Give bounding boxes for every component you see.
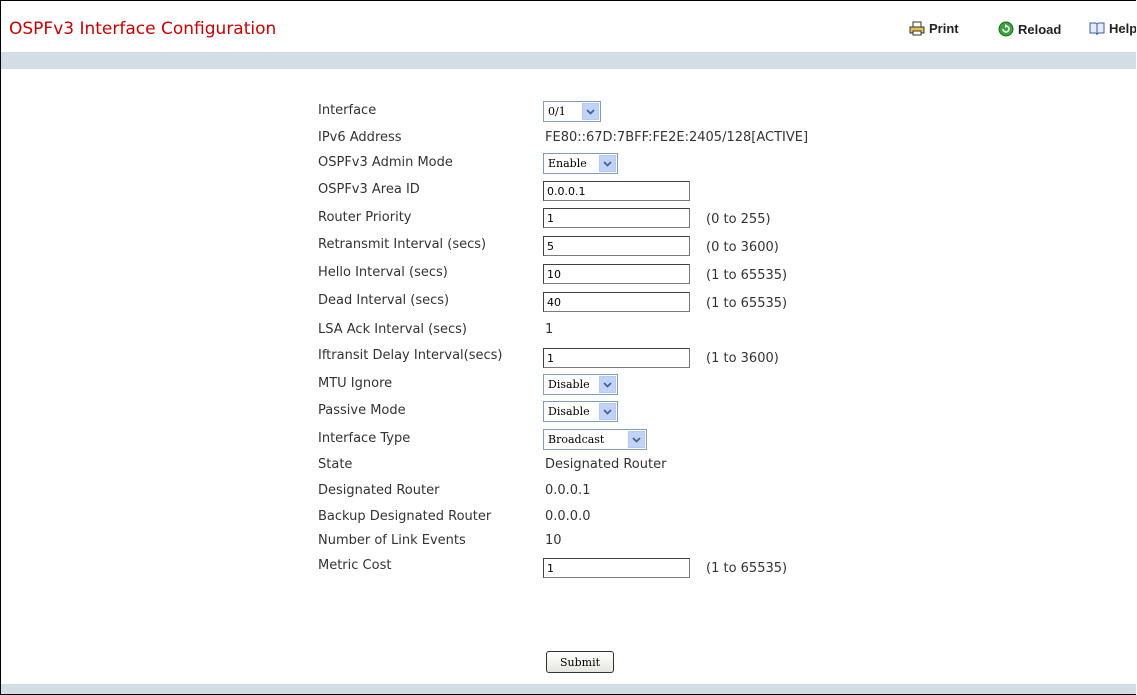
mtu-ignore-select[interactable]: Disable (543, 374, 618, 395)
mtu-ignore-label: MTU Ignore (318, 376, 393, 391)
hello-interval-label: Hello Interval (secs) (318, 265, 448, 280)
hello-interval-range: (1 to 65535) (706, 268, 788, 283)
ipv6-address-value: FE80::67D:7BFF:FE2E:2405/128[ACTIVE] (545, 130, 809, 145)
lsa-ack-interval-value: 1 (545, 322, 554, 337)
book-icon (1089, 22, 1105, 36)
interface-type-select[interactable]: Broadcast (543, 429, 647, 450)
chevron-down-icon (599, 155, 616, 172)
hello-interval-input[interactable] (543, 264, 690, 284)
submit-button[interactable]: Submit (546, 651, 614, 673)
printer-icon (909, 21, 925, 36)
retransmit-interval-label: Retransmit Interval (secs) (318, 237, 487, 252)
interface-label: Interface (318, 103, 377, 118)
metric-cost-input[interactable] (543, 558, 690, 578)
chevron-down-icon (599, 403, 616, 420)
state-label: State (318, 457, 353, 472)
header-divider-bar (1, 52, 1136, 69)
passive-mode-select[interactable]: Disable (543, 401, 618, 422)
interface-select[interactable]: 0/1 (543, 101, 601, 122)
mtu-ignore-select-value: Disable (548, 378, 590, 391)
metric-cost-label: Metric Cost (318, 558, 392, 573)
iftransit-delay-range: (1 to 3600) (706, 351, 779, 366)
area-id-label: OSPFv3 Area ID (318, 182, 420, 197)
chevron-down-icon (582, 103, 599, 120)
iftransit-delay-input[interactable] (543, 348, 690, 368)
dead-interval-range: (1 to 65535) (706, 296, 788, 311)
interface-type-label: Interface Type (318, 431, 411, 446)
metric-cost-range: (1 to 65535) (706, 561, 788, 576)
help-label: Help (1109, 21, 1136, 36)
reload-link[interactable]: Reload (998, 21, 1061, 37)
page-title: OSPFv3 Interface Configuration (9, 19, 277, 39)
area-id-input[interactable] (543, 181, 690, 201)
designated-router-label: Designated Router (318, 483, 440, 498)
retransmit-interval-input[interactable] (543, 236, 690, 256)
passive-mode-select-value: Disable (548, 405, 590, 418)
retransmit-interval-range: (0 to 3600) (706, 240, 779, 255)
router-priority-input[interactable] (543, 208, 690, 228)
print-label: Print (929, 21, 959, 36)
ipv6-address-label: IPv6 Address (318, 130, 402, 145)
passive-mode-label: Passive Mode (318, 403, 406, 418)
print-link[interactable]: Print (909, 21, 959, 36)
link-events-label: Number of Link Events (318, 533, 466, 548)
admin-mode-label: OSPFv3 Admin Mode (318, 155, 453, 170)
iftransit-delay-label: Iftransit Delay Interval(secs) (318, 348, 503, 363)
interface-type-select-value: Broadcast (548, 433, 605, 446)
reload-label: Reload (1018, 21, 1062, 37)
interface-select-value: 0/1 (548, 105, 566, 118)
chevron-down-icon (599, 376, 616, 393)
router-priority-range: (0 to 255) (706, 212, 771, 227)
backup-designated-router-label: Backup Designated Router (318, 509, 492, 524)
link-events-value: 10 (545, 533, 562, 548)
help-link[interactable]: Help (1089, 21, 1136, 36)
content-frame: OSPFv3 Interface Configuration Print Rel… (0, 0, 1136, 695)
lsa-ack-interval-label: LSA Ack Interval (secs) (318, 322, 467, 337)
designated-router-value: 0.0.0.1 (545, 483, 591, 498)
state-value: Designated Router (545, 457, 667, 472)
admin-mode-select-value: Enable (548, 157, 587, 170)
footer-bar (1, 684, 1136, 694)
chevron-down-icon (628, 431, 645, 448)
backup-designated-router-value: 0.0.0.0 (545, 509, 591, 524)
dead-interval-input[interactable] (543, 292, 690, 312)
admin-mode-select[interactable]: Enable (543, 153, 618, 174)
router-priority-label: Router Priority (318, 210, 412, 225)
dead-interval-label: Dead Interval (secs) (318, 293, 450, 308)
reload-icon (998, 21, 1014, 37)
